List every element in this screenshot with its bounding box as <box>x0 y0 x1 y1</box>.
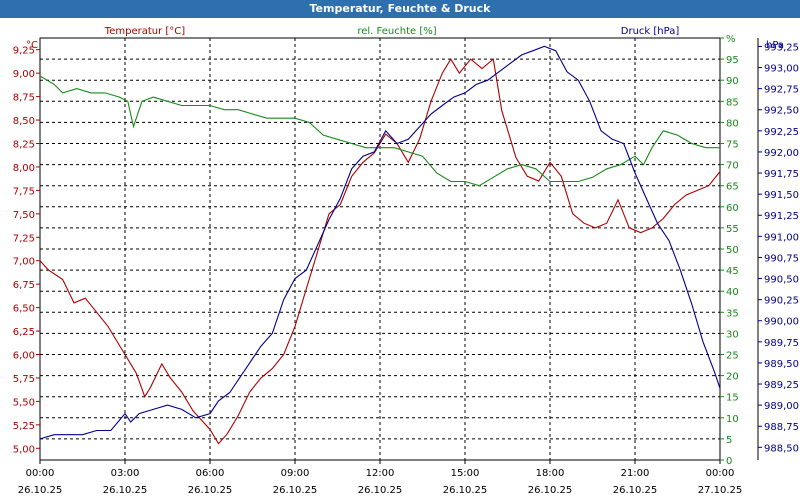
pressure-tick-label: 993,25 <box>764 42 799 53</box>
pressure-tick-label: 990,25 <box>764 296 799 307</box>
humidity-tick-label: 65 <box>726 182 739 193</box>
x-tick-time: 09:00 <box>281 468 310 479</box>
temp-tick-label: 7,00 <box>13 257 35 268</box>
humidity-tick-label: 15 <box>726 393 739 404</box>
x-tick-time: 12:00 <box>366 468 395 479</box>
pressure-tick-label: 989,00 <box>764 401 799 412</box>
humidity-tick-label: 25 <box>726 351 739 362</box>
temp-tick-label: 8,00 <box>13 163 35 174</box>
chart-svg: 00:00 26.10.25 03:00 26.10.25 06:00 26.10.25 0… <box>13 26 799 496</box>
pressure-tick-label: 992,50 <box>764 106 799 117</box>
pressure-tick-label: 993,00 <box>764 64 799 75</box>
x-tick-time: 15:00 <box>451 468 480 479</box>
x-tick-date: 26.10.25 <box>613 485 658 496</box>
pressure-tick-label: 991,75 <box>764 169 799 180</box>
humidity-tick-label: 0 <box>726 456 732 467</box>
humidity-tick-label: 80 <box>726 118 739 129</box>
humidity-tick-label: 50 <box>726 245 739 256</box>
temp-tick-label: 6,25 <box>13 327 35 338</box>
temp-tick-label: 6,75 <box>13 280 35 291</box>
x-tick-time: 18:00 <box>536 468 565 479</box>
temp-tick-label: 5,00 <box>13 444 35 455</box>
pressure-tick-label: 988,75 <box>764 422 799 433</box>
humidity-tick-label: 55 <box>726 224 739 235</box>
temp-tick-label: 7,25 <box>13 233 35 244</box>
legend-label: Druck [hPa] <box>621 26 680 37</box>
humidity-tick-label: 85 <box>726 97 739 108</box>
humidity-tick-label: 5 <box>726 435 732 446</box>
humidity-tick-label: % <box>726 34 736 45</box>
x-tick-time: 06:00 <box>196 468 225 479</box>
temp-tick-label: 7,75 <box>13 186 35 197</box>
pressure-tick-label: 989,25 <box>764 380 799 391</box>
pressure-tick-label: 991,50 <box>764 190 799 201</box>
humidity-tick-label: 60 <box>726 203 739 214</box>
humidity-tick-label: 75 <box>726 140 739 151</box>
humidity-tick-label: 90 <box>726 76 739 87</box>
humidity-tick-label: 30 <box>726 329 739 340</box>
pressure-tick-label: 988,50 <box>764 443 799 454</box>
pressure-tick-label: 992,00 <box>764 148 799 159</box>
x-tick-date: 26.10.25 <box>358 485 403 496</box>
humidity-tick-label: 20 <box>726 372 739 383</box>
temp-tick-label: 8,75 <box>13 93 35 104</box>
pressure-tick-label: 989,75 <box>764 338 799 349</box>
temp-tick-label: 7,50 <box>13 210 35 221</box>
temp-tick-label: 5,25 <box>13 421 35 432</box>
temp-tick-label: 9,00 <box>13 69 35 80</box>
temp-tick-label: 5,75 <box>13 374 35 385</box>
humidity-tick-label: 70 <box>726 161 739 172</box>
x-tick-date: 27.10.25 <box>698 485 743 496</box>
pressure-tick-label: 990,00 <box>764 317 799 328</box>
chart-window: Temperatur, Feuchte & Druck 00:00 26.10.2… <box>0 0 800 500</box>
x-tick-date: 26.10.25 <box>443 485 488 496</box>
x-tick-date: 26.10.25 <box>188 485 233 496</box>
temp-tick-label: 6,50 <box>13 304 35 315</box>
x-tick-date: 26.10.25 <box>103 485 148 496</box>
temp-tick-label: 5,50 <box>13 397 35 408</box>
pressure-tick-label: 990,75 <box>764 253 799 264</box>
pressure-tick-label: 991,25 <box>764 211 799 222</box>
x-tick-time: 21:00 <box>621 468 650 479</box>
temp-tick-label: 6,00 <box>13 351 35 362</box>
pressure-tick-label: 992,25 <box>764 127 799 138</box>
pressure-tick-label: 989,50 <box>764 359 799 370</box>
pressure-tick-label: 990,50 <box>764 275 799 286</box>
temp-axis-unit: °C <box>26 40 38 51</box>
humidity-tick-label: 35 <box>726 308 739 319</box>
temp-tick-label: 8,25 <box>13 140 35 151</box>
x-tick-time: 00:00 <box>26 468 55 479</box>
humidity-tick-label: 45 <box>726 266 739 277</box>
humidity-tick-label: 95 <box>726 55 739 66</box>
temp-tick-label: 8,50 <box>13 116 35 127</box>
pressure-tick-label: 992,75 <box>764 85 799 96</box>
pressure-tick-label: 991,00 <box>764 232 799 243</box>
x-tick-date: 26.10.25 <box>528 485 573 496</box>
humidity-tick-label: 40 <box>726 287 739 298</box>
x-tick-date: 26.10.25 <box>273 485 318 496</box>
x-tick-time: 00:00 <box>706 468 735 479</box>
legend-label: rel. Feuchte [%] <box>357 26 436 37</box>
x-tick-date: 26.10.25 <box>18 485 63 496</box>
x-tick-time: 03:00 <box>111 468 140 479</box>
legend-label: Temperatur [°C] <box>104 26 185 37</box>
humidity-tick-label: 10 <box>726 414 739 425</box>
